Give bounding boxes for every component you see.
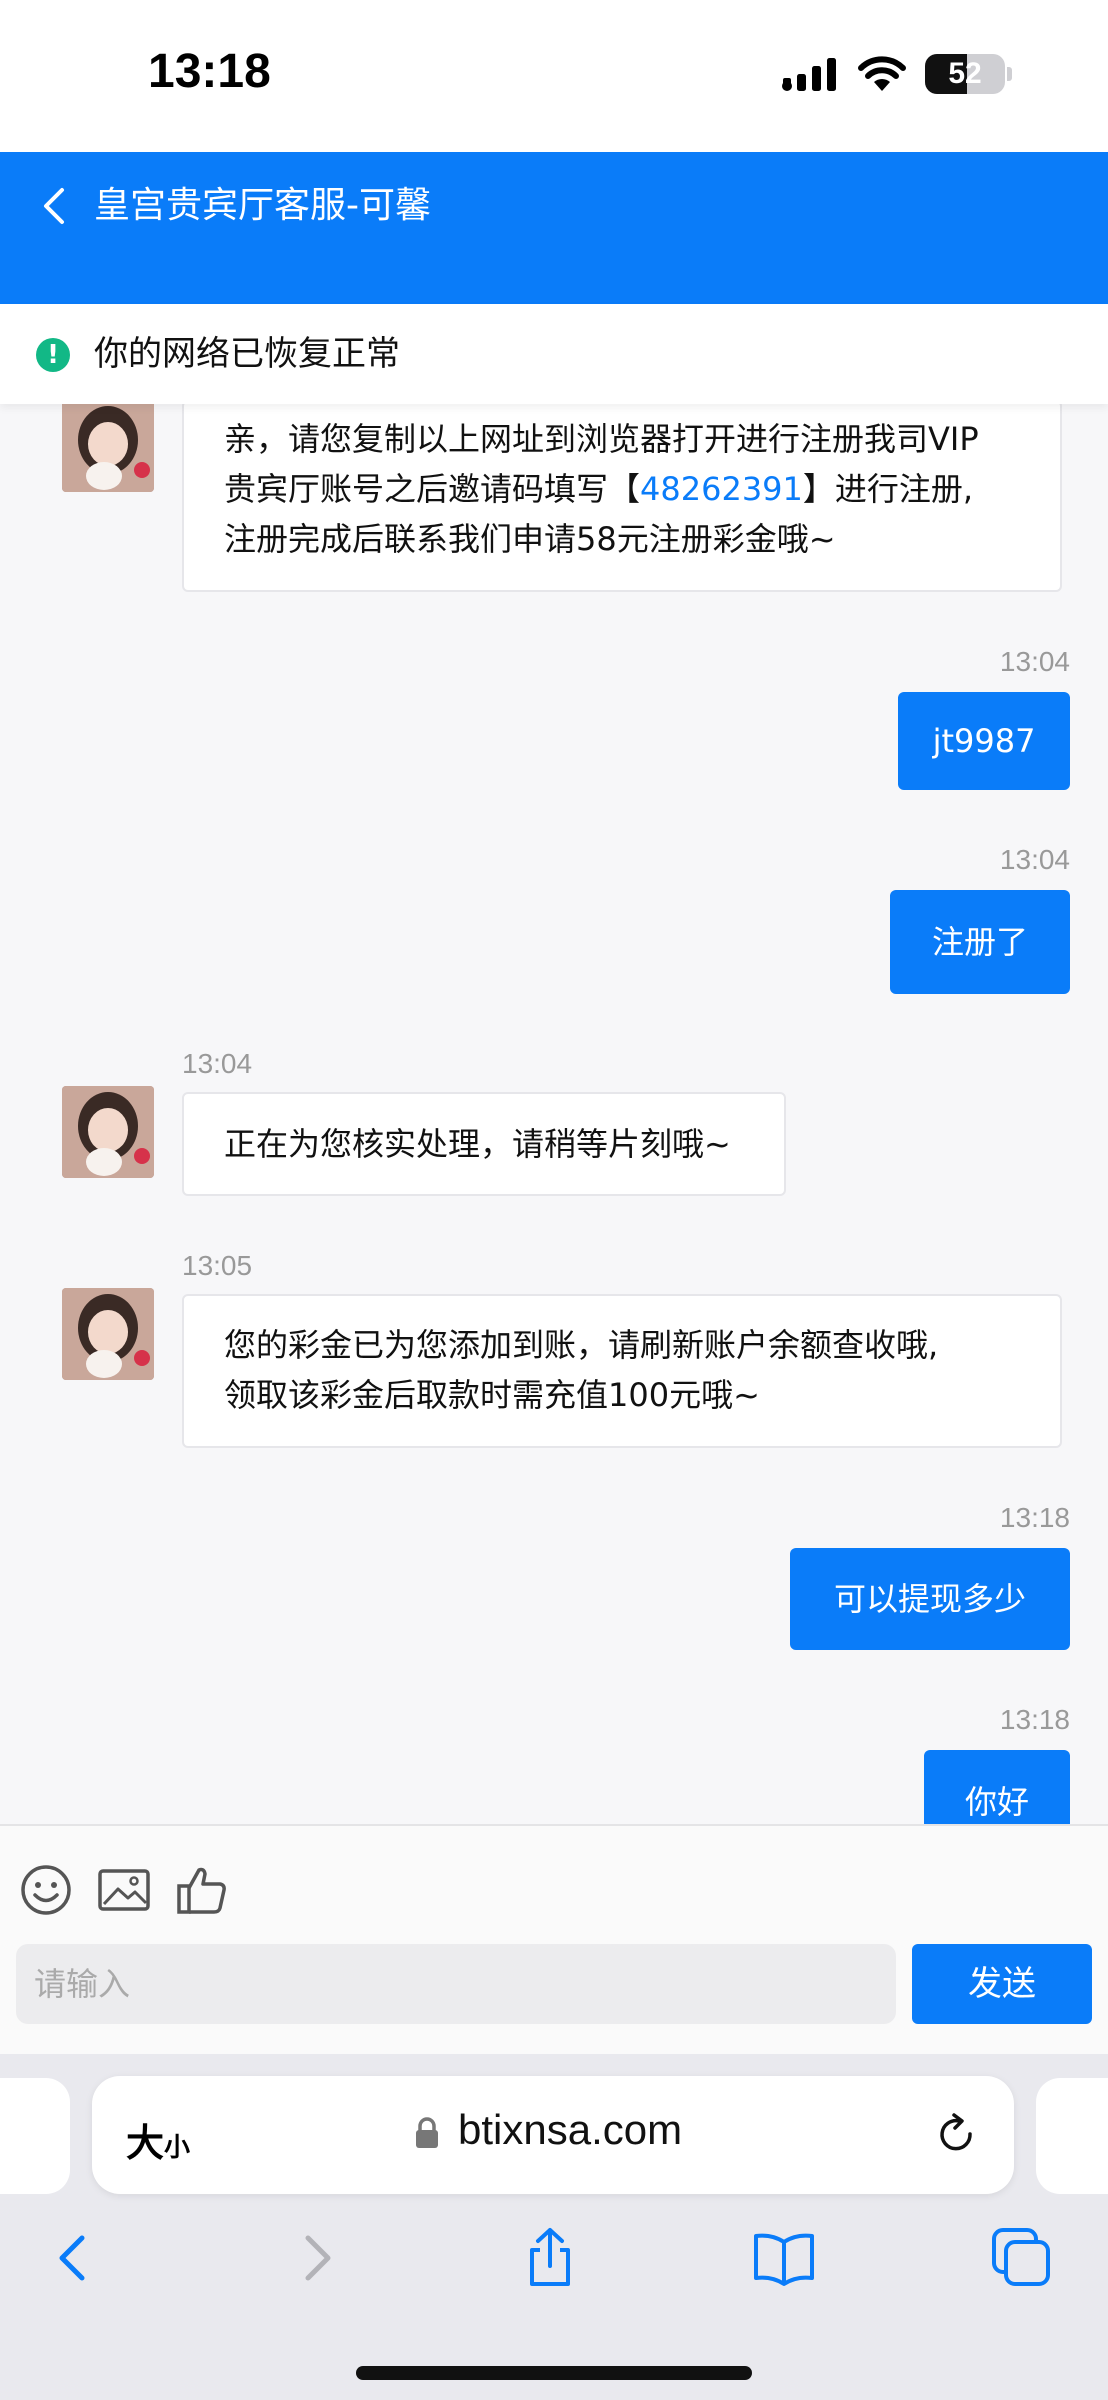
message-line: 贵宾厅账号之后邀请码填写【48262391】进行注册, — [224, 464, 1020, 514]
message-bubble-agent[interactable]: 亲，请您复制以上网址到浏览器打开进行注册我司VIP 贵宾厅账号之后邀请码填写【4… — [182, 404, 1062, 592]
agent-avatar[interactable] — [62, 404, 154, 492]
message-bubble-agent[interactable]: 您的彩金已为您添加到账，请刷新账户余额查收哦, 领取该彩金后取款时需充值100元… — [182, 1294, 1062, 1448]
message-bubble-agent[interactable]: 正在为您核实处理，请稍等片刻哦~ — [182, 1092, 786, 1196]
back-nav-icon[interactable] — [42, 2226, 106, 2290]
status-bar: 13:18 52 — [0, 0, 1108, 152]
agent-avatar[interactable] — [62, 1086, 154, 1178]
browser-toolbar: 大小 btixnsa.com — [0, 2054, 1108, 2400]
avatar-image — [62, 1086, 154, 1178]
chat-title: 皇宫贵宾厅客服-可馨 — [94, 185, 431, 226]
previous-tab-preview[interactable] — [0, 2078, 70, 2194]
wifi-icon — [858, 56, 906, 91]
text-size-button[interactable]: 大小 — [126, 2112, 190, 2167]
message-input[interactable] — [16, 1944, 896, 2024]
home-indicator[interactable] — [356, 2366, 752, 2380]
invite-code-link[interactable]: 48262391 — [640, 470, 803, 508]
message-bubble-user[interactable]: jt9987 — [898, 692, 1070, 790]
tabs-icon[interactable] — [990, 2226, 1054, 2290]
message-timestamp: 13:04 — [182, 1048, 253, 1079]
message-timestamp: 13:04 — [999, 646, 1070, 677]
message-line: 领取该彩金后取款时需充值100元哦~ — [224, 1376, 760, 1414]
message-bubble-user[interactable]: 注册了 — [890, 890, 1070, 994]
bookmarks-icon[interactable] — [752, 2226, 816, 2290]
lock-icon — [416, 2117, 438, 2148]
send-button[interactable]: 发送 — [912, 1944, 1092, 2024]
chat-header: 皇宫贵宾厅客服-可馨 — [0, 152, 1108, 304]
message-text: 贵宾厅账号之后邀请码填写【 — [224, 470, 641, 508]
share-icon[interactable] — [518, 2226, 582, 2290]
url-text[interactable]: btixnsa.com — [458, 2106, 682, 2154]
image-icon[interactable] — [96, 1862, 152, 1918]
battery-level: 52 — [948, 57, 982, 90]
composer: 发送 — [0, 1824, 1108, 2054]
chat-message-list[interactable]: 亲，请您复制以上网址到浏览器打开进行注册我司VIP 贵宾厅账号之后邀请码填写【4… — [0, 404, 1108, 1824]
network-restored-banner: ! 你的网络已恢复正常 — [0, 304, 1108, 404]
status-time: 13:18 — [148, 45, 271, 98]
message-text: 亲，请您复制以上网址到浏览器打开进行注册我司VIP — [224, 420, 979, 458]
exclamation-icon: ! — [36, 338, 70, 372]
back-chevron-icon[interactable] — [30, 178, 80, 234]
message-text: 】进行注册, — [802, 470, 974, 508]
message-line: 您的彩金已为您添加到账，请刷新账户余额查收哦, — [224, 1326, 939, 1364]
battery-tip — [1007, 67, 1012, 81]
status-icons: 52 — [781, 52, 1012, 96]
network-status-text: 你的网络已恢复正常 — [94, 334, 400, 374]
next-tab-preview[interactable] — [1036, 2078, 1108, 2194]
message-timestamp: 13:18 — [999, 1704, 1070, 1735]
thumbs-up-icon[interactable] — [174, 1862, 230, 1918]
agent-avatar[interactable] — [62, 1288, 154, 1380]
message-timestamp: 13:04 — [999, 844, 1070, 875]
message-bubble-user[interactable]: 你好 — [924, 1750, 1070, 1824]
message-bubble-user[interactable]: 可以提现多少 — [790, 1548, 1070, 1650]
avatar-image — [62, 404, 154, 492]
forward-nav-icon[interactable] — [284, 2226, 348, 2290]
avatar-image — [62, 1288, 154, 1380]
message-timestamp: 13:05 — [182, 1250, 253, 1281]
emoji-icon[interactable] — [18, 1862, 74, 1918]
text-size-large: 大 — [126, 2121, 165, 2165]
message-line: 注册完成后联系我们申请58元注册彩金哦~ — [224, 514, 1020, 564]
message-line: 亲，请您复制以上网址到浏览器打开进行注册我司VIP — [224, 414, 1020, 464]
reload-icon[interactable] — [934, 2112, 980, 2158]
address-bar[interactable]: 大小 btixnsa.com — [92, 2076, 1014, 2194]
cellular-signal-icon — [782, 58, 836, 91]
battery-icon: 52 — [925, 54, 1005, 94]
message-timestamp: 13:18 — [999, 1502, 1070, 1533]
text-size-small: 小 — [164, 2133, 191, 2163]
message-text: 注册完成后联系我们申请58元注册彩金哦~ — [224, 520, 836, 558]
